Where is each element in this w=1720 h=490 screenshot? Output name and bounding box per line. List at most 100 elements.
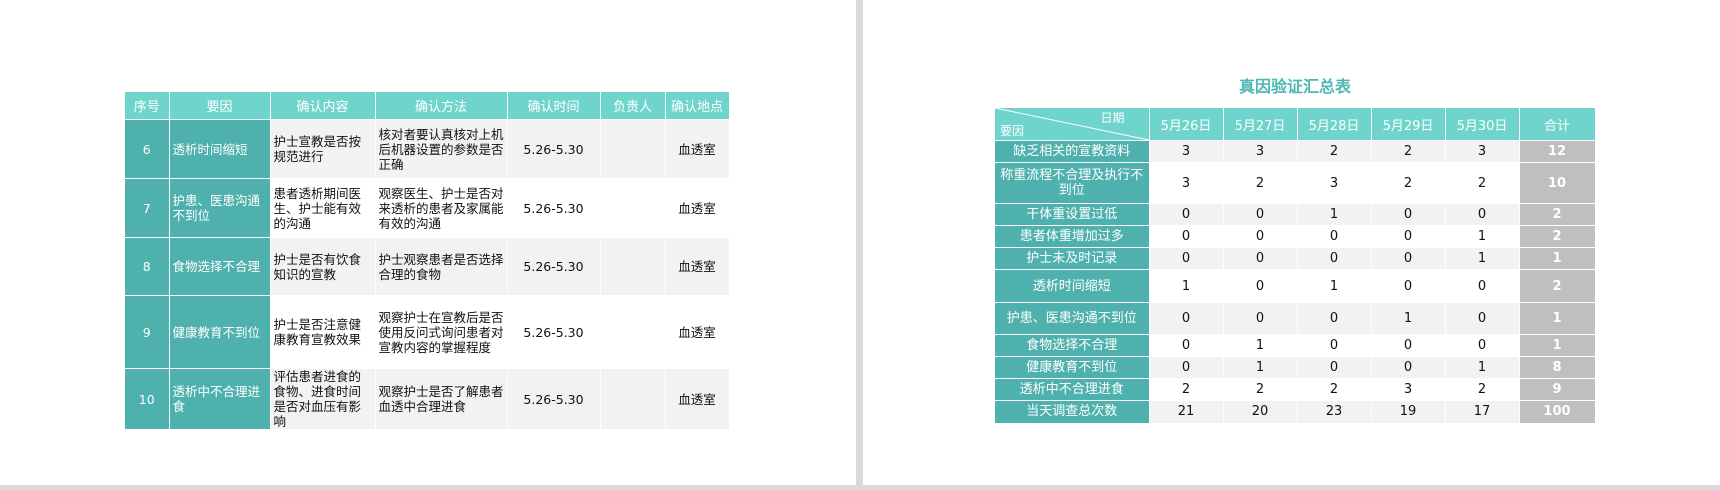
row-content: 患者透析期间医生、护士能有效的沟通	[270, 178, 376, 238]
row-label: 患者体重增加过多	[995, 225, 1150, 248]
row-cause: 护患、医患沟通不到位	[169, 178, 271, 238]
row-total: 1	[1519, 247, 1596, 270]
summary-row: 健康教育不到位 0 1 0 0 1 8	[995, 356, 1596, 379]
row-value: 0	[1371, 356, 1446, 379]
header-content: 确认内容	[270, 92, 376, 120]
row-value: 0	[1223, 302, 1298, 335]
row-no: 9	[125, 295, 170, 369]
row-person	[600, 119, 666, 179]
row-value: 0	[1371, 334, 1446, 357]
row-value: 23	[1297, 400, 1372, 423]
row-time: 5.26-5.30	[507, 178, 601, 238]
row-value: 0	[1445, 302, 1520, 335]
row-cause: 健康教育不到位	[169, 295, 271, 369]
row-content: 评估患者进食的食物、进食时间是否对血压有影响	[270, 368, 376, 429]
row-place: 血透室	[665, 178, 730, 238]
table-row: 7 护患、医患沟通不到位 患者透析期间医生、护士能有效的沟通 观察医生、护士是否…	[125, 178, 730, 238]
summary-row: 患者体重增加过多 0 0 0 0 1 2	[995, 225, 1596, 248]
row-no: 8	[125, 237, 170, 296]
header-no: 序号	[125, 92, 170, 120]
row-method: 观察护士是否了解患者血透中合理进食	[375, 368, 508, 429]
row-value: 21	[1149, 400, 1224, 423]
row-value: 2	[1149, 378, 1224, 401]
row-value: 0	[1297, 247, 1372, 270]
row-value: 0	[1149, 247, 1224, 270]
row-value: 0	[1371, 203, 1446, 226]
row-value: 3	[1297, 162, 1372, 204]
row-value: 0	[1371, 225, 1446, 248]
row-method: 护士观察患者是否选择合理的食物	[375, 237, 508, 296]
row-value: 1	[1223, 356, 1298, 379]
row-content: 护士宣教是否按规范进行	[270, 119, 376, 179]
row-value: 1	[1297, 203, 1372, 226]
row-value: 0	[1149, 302, 1224, 335]
row-cause: 透析中不合理进食	[169, 368, 271, 429]
row-value: 19	[1371, 400, 1446, 423]
row-total: 100	[1519, 400, 1596, 423]
row-person	[600, 295, 666, 369]
row-total: 2	[1519, 203, 1596, 226]
row-total: 1	[1519, 334, 1596, 357]
row-value: 3	[1223, 140, 1298, 163]
confirmation-table: 序号 要因 确认内容 确认方法 确认时间 负责人 确认地点 6 透析时间缩短 护…	[125, 92, 730, 429]
row-total: 10	[1519, 162, 1596, 204]
row-time: 5.26-5.30	[507, 119, 601, 179]
row-value: 1	[1445, 247, 1520, 270]
row-value: 1	[1371, 302, 1446, 335]
row-value: 0	[1297, 225, 1372, 248]
row-place: 血透室	[665, 368, 730, 429]
row-value: 0	[1445, 269, 1520, 303]
table-row: 10 透析中不合理进食 评估患者进食的食物、进食时间是否对血压有影响 观察护士是…	[125, 368, 730, 429]
row-person	[600, 237, 666, 296]
date-header: 5月30日	[1445, 107, 1520, 141]
row-place: 血透室	[665, 119, 730, 179]
row-value: 3	[1149, 162, 1224, 204]
row-value: 0	[1223, 247, 1298, 270]
row-value: 1	[1445, 356, 1520, 379]
row-value: 0	[1297, 334, 1372, 357]
summary-title: 真因验证汇总表	[1238, 77, 1351, 96]
table-row: 9 健康教育不到位 护士是否注意健康教育宣教效果 观察护士在宣教后是否使用反问式…	[125, 295, 730, 369]
row-content: 护士是否有饮食知识的宣教	[270, 237, 376, 296]
row-value: 0	[1297, 356, 1372, 379]
row-value: 2	[1371, 162, 1446, 204]
row-time: 5.26-5.30	[507, 237, 601, 296]
row-total: 2	[1519, 225, 1596, 248]
row-label: 健康教育不到位	[995, 356, 1150, 379]
row-person	[600, 178, 666, 238]
row-value: 2	[1445, 378, 1520, 401]
row-value: 20	[1223, 400, 1298, 423]
summary-row: 缺乏相关的宣教资料 3 3 2 2 3 12	[995, 140, 1596, 163]
header-place: 确认地点	[665, 92, 730, 120]
row-no: 6	[125, 119, 170, 179]
row-label: 护患、医患沟通不到位	[995, 302, 1150, 335]
summary-table: 日期 要因 5月26日 5月27日 5月28日 5月29日 5月30日 合计 缺…	[995, 107, 1596, 423]
summary-row: 透析时间缩短 1 0 1 0 0 2	[995, 269, 1596, 303]
row-label: 透析时间缩短	[995, 269, 1150, 303]
row-no: 7	[125, 178, 170, 238]
row-label: 干体重设置过低	[995, 203, 1150, 226]
row-total: 1	[1519, 302, 1596, 335]
row-method: 核对者要认真核对上机后机器设置的参数是否正确	[375, 119, 508, 179]
row-person	[600, 368, 666, 429]
row-value: 0	[1149, 225, 1224, 248]
row-value: 2	[1297, 378, 1372, 401]
header-method: 确认方法	[375, 92, 508, 120]
date-header: 5月27日	[1223, 107, 1298, 141]
date-header: 5月29日	[1371, 107, 1446, 141]
corner-header: 日期 要因	[995, 107, 1150, 141]
row-cause: 透析时间缩短	[169, 119, 271, 179]
row-place: 血透室	[665, 295, 730, 369]
row-total: 8	[1519, 356, 1596, 379]
row-method: 观察医生、护士是否对来透析的患者及家属能有效的沟通	[375, 178, 508, 238]
summary-row: 护患、医患沟通不到位 0 0 0 1 0 1	[995, 302, 1596, 335]
corner-date-label: 日期	[1100, 111, 1125, 125]
row-value: 0	[1149, 356, 1224, 379]
total-header: 合计	[1519, 107, 1596, 141]
row-value: 0	[1223, 269, 1298, 303]
summary-row: 护士未及时记录 0 0 0 0 1 1	[995, 247, 1596, 270]
summary-header-row: 日期 要因 5月26日 5月27日 5月28日 5月29日 5月30日 合计	[995, 107, 1596, 141]
row-value: 3	[1149, 140, 1224, 163]
row-label: 食物选择不合理	[995, 334, 1150, 357]
row-value: 0	[1149, 203, 1224, 226]
